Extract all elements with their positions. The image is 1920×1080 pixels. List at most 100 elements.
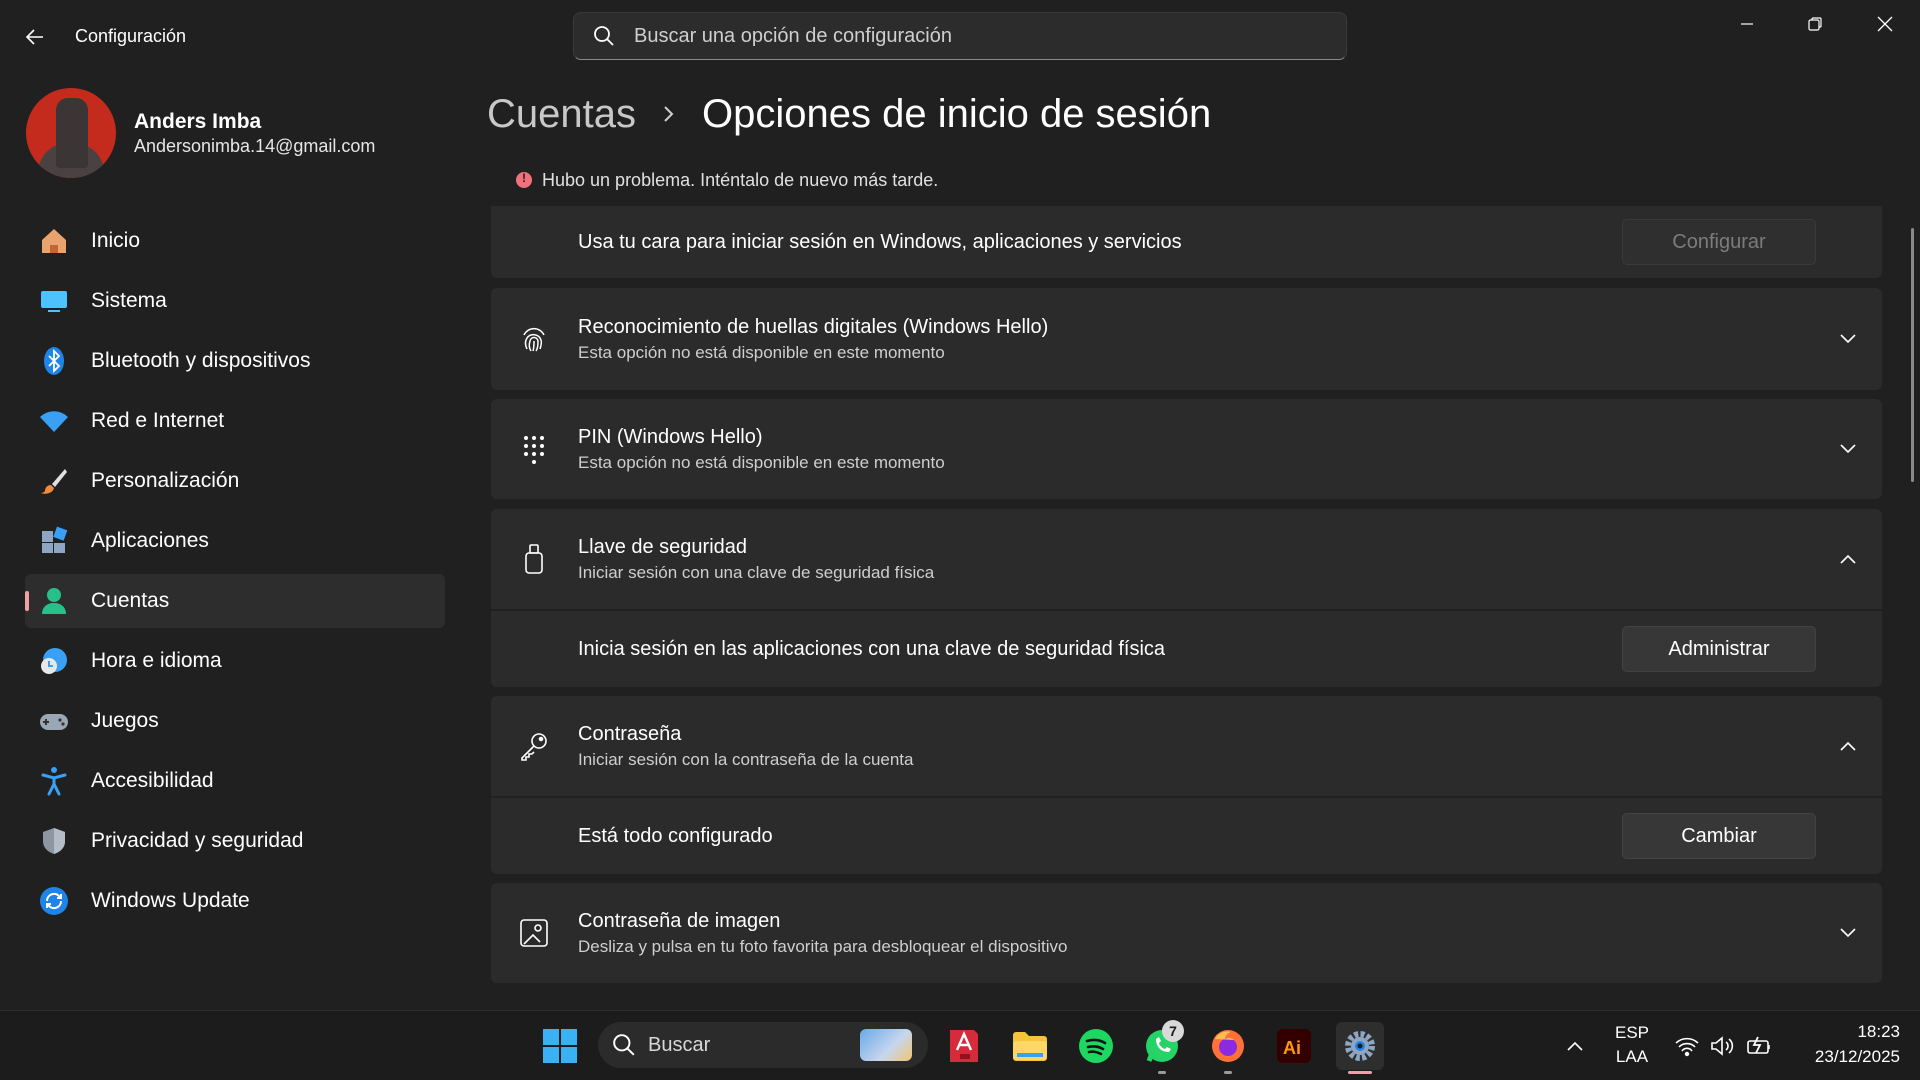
fingerprint-card[interactable]: Reconocimiento de huellas digitales (Win… bbox=[491, 288, 1882, 390]
face-recognition-row: Usa tu cara para iniciar sesión en Windo… bbox=[491, 206, 1882, 278]
pin-card[interactable]: PIN (Windows Hello) Esta opción no está … bbox=[491, 399, 1882, 499]
firefox-app[interactable] bbox=[1204, 1022, 1252, 1074]
back-arrow-icon bbox=[25, 29, 43, 45]
sidebar-item-hora[interactable]: Hora e idioma bbox=[25, 634, 445, 688]
settings-app[interactable] bbox=[1336, 1022, 1384, 1074]
start-button[interactable] bbox=[536, 1022, 584, 1070]
taskbar: Buscar 7 Ai ESP LAA 18:23 23/12/2025 bbox=[0, 1010, 1920, 1080]
wifi-icon bbox=[37, 404, 71, 438]
sidebar-item-label: Bluetooth y dispositivos bbox=[91, 349, 311, 372]
search-input[interactable] bbox=[634, 24, 1314, 48]
usb-key-icon bbox=[517, 542, 551, 576]
gear-icon bbox=[1345, 1031, 1375, 1061]
pin-keypad-icon bbox=[517, 432, 551, 466]
user-profile[interactable]: Anders Imba Andersonimba.14@gmail.com bbox=[26, 88, 466, 180]
gamepad-icon bbox=[37, 704, 71, 738]
svg-text:Ai: Ai bbox=[1283, 1038, 1301, 1058]
spotify-icon bbox=[1079, 1029, 1113, 1063]
folder-icon bbox=[1013, 1032, 1047, 1061]
sidebar-item-privacidad[interactable]: Privacidad y seguridad bbox=[25, 814, 445, 868]
minimize-icon bbox=[1741, 23, 1753, 25]
breadcrumb-parent[interactable]: Cuentas bbox=[487, 92, 636, 137]
spotify-app[interactable] bbox=[1072, 1022, 1120, 1070]
configure-button[interactable]: Configurar bbox=[1622, 219, 1816, 265]
battery-tray-icon[interactable] bbox=[1736, 1022, 1782, 1070]
chevron-up-icon bbox=[1567, 1041, 1583, 1051]
battery-charging-icon bbox=[1747, 1036, 1770, 1054]
error-message: Hubo un problema. Inténtalo de nuevo más… bbox=[491, 156, 1882, 204]
sidebar-item-inicio[interactable]: Inicio bbox=[25, 214, 445, 268]
page-title: Opciones de inicio de sesión bbox=[701, 91, 1212, 136]
close-button[interactable] bbox=[1851, 0, 1919, 48]
chevron-up-icon[interactable] bbox=[1836, 547, 1860, 571]
title-bar: Configuración bbox=[0, 0, 1920, 74]
sidebar-item-juegos[interactable]: Juegos bbox=[25, 694, 445, 748]
sidebar-item-bluetooth[interactable]: Bluetooth y dispositivos bbox=[25, 334, 445, 388]
taskbar-search[interactable]: Buscar bbox=[598, 1022, 928, 1068]
sidebar-item-red[interactable]: Red e Internet bbox=[25, 394, 445, 448]
minimize-button[interactable] bbox=[1713, 0, 1781, 48]
chevron-down-icon[interactable] bbox=[1836, 437, 1860, 461]
chevron-down-icon[interactable] bbox=[1836, 327, 1860, 351]
key-icon bbox=[517, 729, 551, 763]
active-indicator bbox=[1348, 1071, 1372, 1074]
password-desc: Iniciar sesión con la contraseña de la c… bbox=[578, 750, 914, 769]
taskbar-search-label: Buscar bbox=[648, 1033, 711, 1056]
settings-search[interactable] bbox=[573, 12, 1347, 60]
sidebar-item-label: Windows Update bbox=[91, 889, 250, 912]
back-button[interactable] bbox=[18, 20, 52, 54]
picture-password-card[interactable]: Contraseña de imagen Desliza y pulsa en … bbox=[491, 883, 1882, 983]
sidebar-item-cuentas[interactable]: Cuentas bbox=[25, 574, 445, 628]
picture-password-title: Contraseña de imagen bbox=[578, 910, 781, 932]
fingerprint-icon bbox=[517, 322, 551, 356]
security-key-title: Llave de seguridad bbox=[578, 536, 748, 558]
app-title: Configuración bbox=[75, 26, 187, 46]
sidebar-item-label: Personalización bbox=[91, 469, 240, 492]
chevron-down-icon[interactable] bbox=[1836, 921, 1860, 945]
apps-icon bbox=[37, 524, 71, 558]
password-title: Contraseña bbox=[578, 723, 682, 745]
sidebar-item-aplicaciones[interactable]: Aplicaciones bbox=[25, 514, 445, 568]
error-text: Hubo un problema. Inténtalo de nuevo más… bbox=[542, 169, 939, 190]
search-icon bbox=[574, 25, 634, 47]
sidebar-item-personalizacion[interactable]: Personalización bbox=[25, 454, 445, 508]
profile-email: Andersonimba.14@gmail.com bbox=[134, 136, 376, 156]
home-icon bbox=[37, 224, 71, 258]
search-highlight-image bbox=[860, 1029, 912, 1061]
sidebar-item-sistema[interactable]: Sistema bbox=[25, 274, 445, 328]
security-key-card[interactable]: Llave de seguridad Iniciar sesión con un… bbox=[491, 509, 1882, 609]
clock-date: 23/12/2025 bbox=[1814, 1047, 1900, 1066]
sidebar-item-label: Inicio bbox=[91, 229, 141, 252]
security-key-expanded: Inicia sesión en las aplicaciones con un… bbox=[491, 611, 1882, 687]
sidebar-item-label: Red e Internet bbox=[91, 409, 225, 432]
brush-icon bbox=[37, 464, 71, 498]
update-icon bbox=[37, 884, 71, 918]
autocad-app[interactable] bbox=[940, 1022, 988, 1070]
accessibility-icon bbox=[37, 764, 71, 798]
sidebar-item-label: Cuentas bbox=[91, 589, 170, 612]
security-key-desc: Iniciar sesión con una clave de segurida… bbox=[578, 563, 935, 582]
chevron-up-icon[interactable] bbox=[1836, 734, 1860, 758]
fingerprint-title: Reconocimiento de huellas digitales (Win… bbox=[578, 316, 1049, 338]
password-sub-text: Está todo configurado bbox=[578, 825, 773, 847]
restore-button[interactable] bbox=[1781, 0, 1849, 48]
running-indicator bbox=[1224, 1071, 1232, 1074]
bluetooth-icon bbox=[37, 344, 71, 378]
clock-time: 18:23 bbox=[1857, 1022, 1900, 1041]
manage-button[interactable]: Administrar bbox=[1622, 626, 1816, 672]
close-icon bbox=[1877, 16, 1893, 32]
volume-icon bbox=[1711, 1036, 1734, 1056]
system-icon bbox=[37, 284, 71, 318]
file-explorer-app[interactable] bbox=[1006, 1022, 1054, 1070]
sidebar-item-windows-update[interactable]: Windows Update bbox=[25, 874, 445, 928]
show-hidden-icons-button[interactable] bbox=[1551, 1022, 1599, 1070]
illustrator-app[interactable]: Ai bbox=[1270, 1022, 1318, 1070]
firefox-icon bbox=[1212, 1030, 1244, 1062]
whatsapp-app[interactable]: 7 bbox=[1138, 1020, 1186, 1074]
language-top: ESP bbox=[1614, 1023, 1650, 1042]
password-card[interactable]: Contraseña Iniciar sesión con la contras… bbox=[491, 696, 1882, 796]
sidebar-nav: Inicio Sistema Bluetooth y dispositivos … bbox=[25, 214, 445, 934]
change-button[interactable]: Cambiar bbox=[1622, 813, 1816, 859]
sidebar-item-accesibilidad[interactable]: Accesibilidad bbox=[25, 754, 445, 808]
vertical-scrollbar[interactable] bbox=[1911, 228, 1914, 482]
